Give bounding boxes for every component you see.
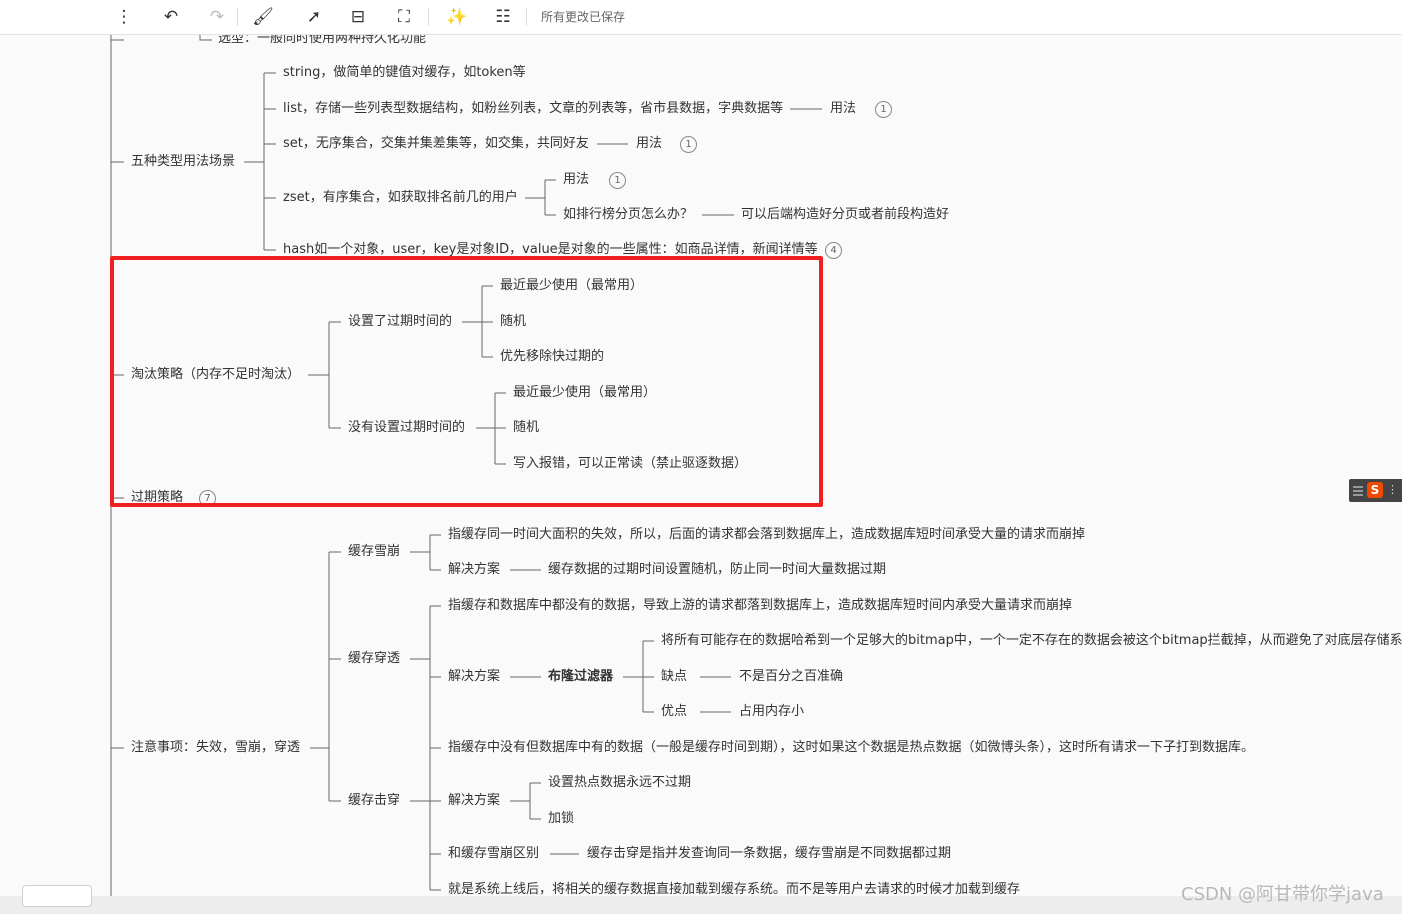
magic-style-icon[interactable]: ✨: [444, 4, 470, 30]
node-breakdown-vs-text[interactable]: 缓存击穿是指并发查询同一条数据，缓存雪崩是不同数据都过期: [587, 845, 951, 863]
node-list[interactable]: list，存储一些列表型数据结构，如粉丝列表，文章的列表等，省市县数据，字典数据…: [283, 100, 783, 118]
node-avalanche-desc[interactable]: 指缓存同一时间大面积的失效，所以，后面的请求都会落到数据库上，造成数据库短时间承…: [448, 526, 1085, 544]
highlight-rectangle: [110, 256, 823, 507]
node-breakdown-desc[interactable]: 指缓存中没有但数据库中有的数据（一般是缓存时间到期），这时如果这个数据是热点数据…: [448, 739, 1254, 757]
node-bloom-filter[interactable]: 布隆过滤器: [548, 668, 613, 686]
watermark: CSDN @阿甘带你学java: [1181, 884, 1384, 905]
node-cache-breakdown[interactable]: 缓存击穿: [348, 792, 400, 810]
node-breakdown-solution-1[interactable]: 设置热点数据永远不过期: [548, 774, 691, 792]
more-options-icon[interactable]: ⋮: [111, 4, 137, 30]
node-bloom-pros[interactable]: 优点: [661, 703, 687, 721]
node-bloom-pros-text[interactable]: 占用内存小: [739, 703, 804, 721]
insert-child-icon[interactable]: ⊟: [345, 4, 371, 30]
undo-icon[interactable]: ↶: [158, 4, 184, 30]
node-attention[interactable]: 注意事项：失效，雪崩，穿透: [131, 739, 300, 757]
node-breakdown-solution-2[interactable]: 加锁: [548, 810, 574, 828]
format-painter-icon[interactable]: 🖌: [250, 4, 276, 30]
node-string[interactable]: string，做简单的键值对缓存，如token等: [283, 64, 526, 82]
save-status: 所有更改已保存: [541, 10, 626, 24]
collapsed-count-badge[interactable]: 1: [609, 172, 626, 189]
more-icon[interactable]: ⋮: [1387, 481, 1398, 499]
arrow-connect-icon[interactable]: ➚: [301, 4, 327, 30]
top-toolbar: ⋮ ↶ ↷ 🖌 ➚ ⊟ ⛶ ✨ ☷ 所有更改已保存: [0, 0, 1402, 35]
node-bloom-desc[interactable]: 将所有可能存在的数据哈希到一个足够大的bitmap中，一个一定不存在的数据会被这…: [661, 632, 1402, 650]
node-penetration-solution[interactable]: 解决方案: [448, 668, 500, 686]
node-breakdown-solution[interactable]: 解决方案: [448, 792, 500, 810]
node-list-usage[interactable]: 用法: [830, 100, 856, 118]
node-avalanche-solution-text[interactable]: 缓存数据的过期时间设置随机，防止同一时间大量数据过期: [548, 561, 886, 579]
toolbar-divider: [526, 8, 527, 26]
node-cache-avalanche[interactable]: 缓存雪崩: [348, 543, 400, 561]
node-zset-paging-question[interactable]: 如排行榜分页怎么办？: [563, 206, 693, 224]
node-breakdown-vs-avalanche[interactable]: 和缓存雪崩区别: [448, 845, 539, 863]
collapsed-count-badge[interactable]: 4: [825, 242, 842, 259]
node-zset[interactable]: zset，有序集合，如获取排名前几的用户: [283, 189, 518, 207]
node-five-types[interactable]: 五种类型用法场景: [131, 153, 235, 171]
node-bloom-cons[interactable]: 缺点: [661, 668, 687, 686]
keyboard-grid-icon[interactable]: [1353, 484, 1363, 496]
redo-icon[interactable]: ↷: [204, 4, 230, 30]
input-method-toolbar[interactable]: S ⋮: [1349, 479, 1402, 502]
toolbar-divider: [237, 8, 238, 26]
zoom-control[interactable]: [22, 885, 92, 907]
sogou-logo-icon[interactable]: S: [1367, 482, 1383, 498]
collapsed-count-badge[interactable]: 1: [875, 101, 892, 118]
node-penetration-desc[interactable]: 指缓存和数据库中都没有的数据，导致上游的请求都落到数据库上，造成数据库短时间内承…: [448, 597, 1072, 615]
frame-icon[interactable]: ⛶: [391, 4, 417, 30]
node-bloom-cons-text[interactable]: 不是百分之百准确: [739, 668, 843, 686]
node-set-usage[interactable]: 用法: [636, 135, 662, 153]
node-avalanche-solution[interactable]: 解决方案: [448, 561, 500, 579]
toolbar-divider: [428, 8, 429, 26]
outline-structure-icon[interactable]: ☷: [490, 4, 516, 30]
node-zset-usage[interactable]: 用法: [563, 171, 589, 189]
node-set[interactable]: set，无序集合，交集并集差集等，如交集，共同好友: [283, 135, 589, 153]
mindmap-canvas[interactable]: 选型：一般同时使用两种持久化功能 五种类型用法场景 string，做简单的键值对…: [0, 0, 1402, 914]
collapsed-count-badge[interactable]: 1: [680, 136, 697, 153]
node-cache-penetration[interactable]: 缓存穿透: [348, 650, 400, 668]
node-zset-paging-answer[interactable]: 可以后端构造好分页或者前段构造好: [741, 206, 949, 224]
